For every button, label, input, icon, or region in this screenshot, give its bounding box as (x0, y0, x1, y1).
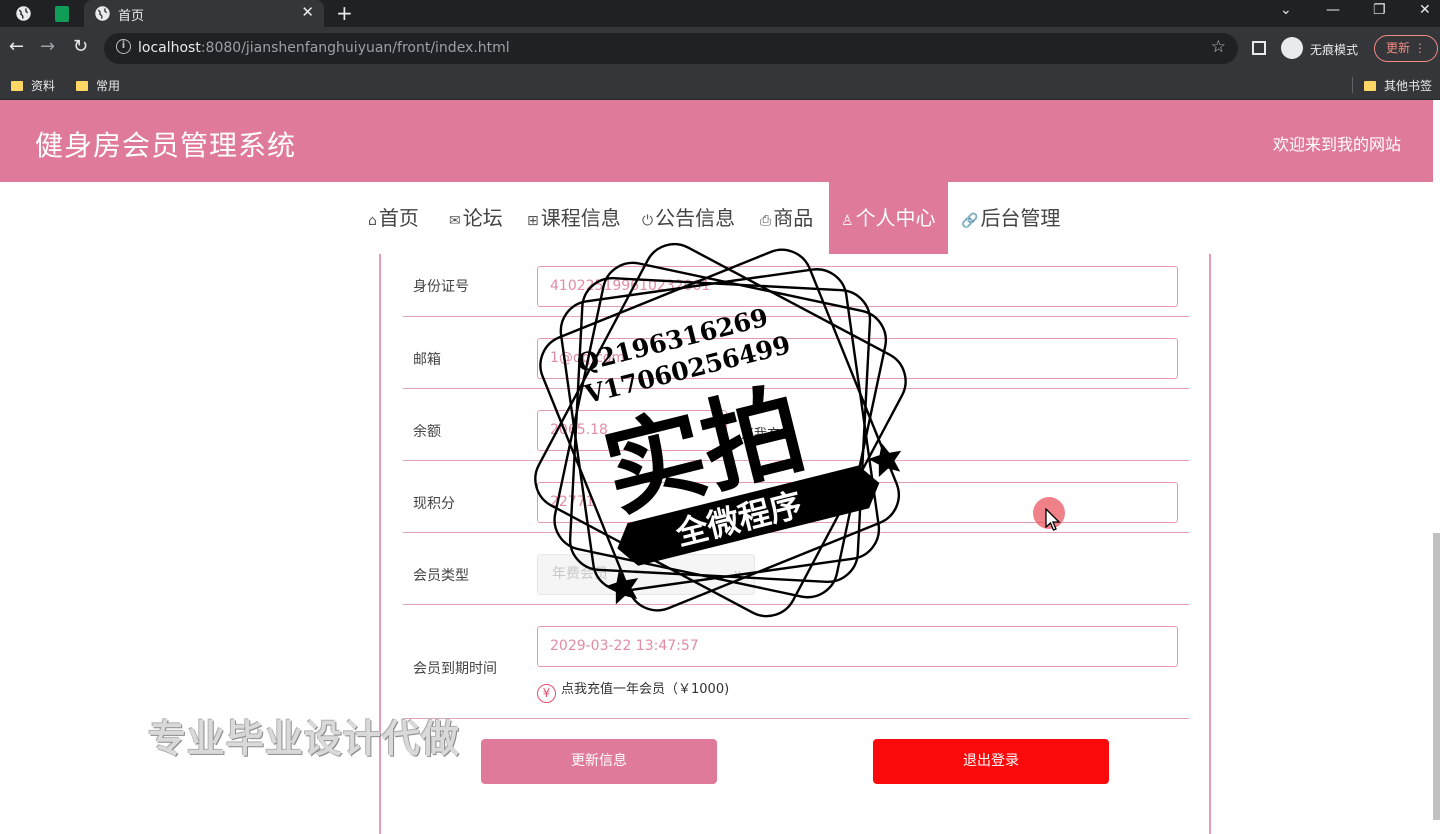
close-window-icon[interactable]: ✕ (1419, 2, 1431, 18)
folder-icon (1364, 81, 1376, 91)
gift-icon: ⊞ (527, 213, 539, 229)
address-bar[interactable]: i localhost:8080/jianshenfanghuiyuan/fro… (104, 33, 1238, 64)
back-icon[interactable]: ← (9, 36, 24, 57)
mail-icon: ✉ (449, 213, 461, 229)
id-card-label: 身份证号 (413, 279, 469, 295)
bookmark-star-icon[interactable]: ☆ (1211, 37, 1226, 57)
incognito-icon[interactable] (1281, 37, 1303, 59)
power-icon: ⏻ (642, 213, 654, 229)
sheets-icon[interactable] (55, 6, 69, 22)
expire-input[interactable]: 2029-03-22 13:47:57 (537, 626, 1178, 667)
points-label: 现积分 (413, 496, 455, 512)
bookmark-folder-1[interactable]: 资料 (11, 77, 55, 94)
page-scrollbar[interactable] (1433, 533, 1440, 820)
expire-label: 会员到期时间 (413, 661, 497, 677)
restore-icon[interactable]: ❐ (1373, 2, 1386, 18)
folder-icon (11, 81, 23, 91)
site-header: 健身房会员管理系统 欢迎来到我的网站 (0, 100, 1433, 182)
update-button[interactable]: 更新 ⋮ (1374, 35, 1438, 62)
watermark-stamp: Q2196316269 V17060256499 实拍 全微程序 (534, 242, 907, 618)
logout-button[interactable]: 退出登录 (873, 739, 1109, 784)
printer-icon: ⎙ (760, 213, 772, 229)
member-type-label: 会员类型 (413, 568, 469, 584)
other-bookmarks[interactable]: 其他书签 (1364, 77, 1432, 94)
tab-search-icon[interactable]: ⌄ (1280, 2, 1292, 18)
bookmark-folder-2[interactable]: 常用 (76, 77, 120, 94)
nav-home[interactable]: ⌂ 首页 (368, 182, 419, 254)
globe-icon (95, 6, 110, 21)
nav-forum[interactable]: ✉ 论坛 (449, 182, 503, 254)
new-tab-icon[interactable]: + (336, 1, 353, 25)
update-info-button[interactable]: 更新信息 (481, 739, 717, 784)
site-title: 健身房会员管理系统 (35, 129, 297, 162)
link-icon: 🔗 (961, 213, 979, 229)
incognito-label: 无痕模式 (1310, 43, 1359, 57)
browser-toolbar: ← → ↻ i localhost:8080/jianshenfanghuiyu… (0, 27, 1440, 70)
welcome-text: 欢迎来到我的网站 (1272, 135, 1401, 154)
forward-icon[interactable]: → (40, 36, 55, 57)
nav-admin[interactable]: 🔗 后台管理 (961, 182, 1060, 254)
email-label: 邮箱 (413, 352, 441, 368)
tab-home[interactable]: 首页 ✕ (84, 0, 324, 27)
user-icon: ♙ (841, 213, 854, 229)
balance-label: 余额 (413, 424, 441, 440)
bookmarks-bar: 资料 常用 其他书签 (0, 70, 1440, 100)
browser-tab-bar: 首页 ✕ + ⌄ — ❐ ✕ (0, 0, 1440, 27)
home-icon: ⌂ (368, 213, 377, 229)
mouse-cursor-icon (1045, 508, 1061, 531)
reload-icon[interactable]: ↻ (73, 36, 88, 57)
info-icon[interactable]: i (116, 39, 131, 54)
minimize-icon[interactable]: — (1326, 2, 1340, 18)
tab-title: 首页 (118, 9, 145, 24)
recharge-year-link[interactable]: ¥ 点我充值一年会员（￥1000) (537, 678, 729, 703)
url-text[interactable]: localhost:8080/jianshenfanghuiyuan/front… (138, 40, 510, 56)
yen-icon: ¥ (537, 684, 556, 703)
folder-icon (76, 81, 88, 91)
watermark-bottom-text: 专业毕业设计代做 (148, 717, 461, 761)
globe-icon[interactable] (15, 5, 32, 22)
bookmark-divider (1352, 77, 1353, 93)
side-panel-icon[interactable] (1252, 41, 1266, 55)
close-tab-icon[interactable]: ✕ (301, 3, 314, 21)
